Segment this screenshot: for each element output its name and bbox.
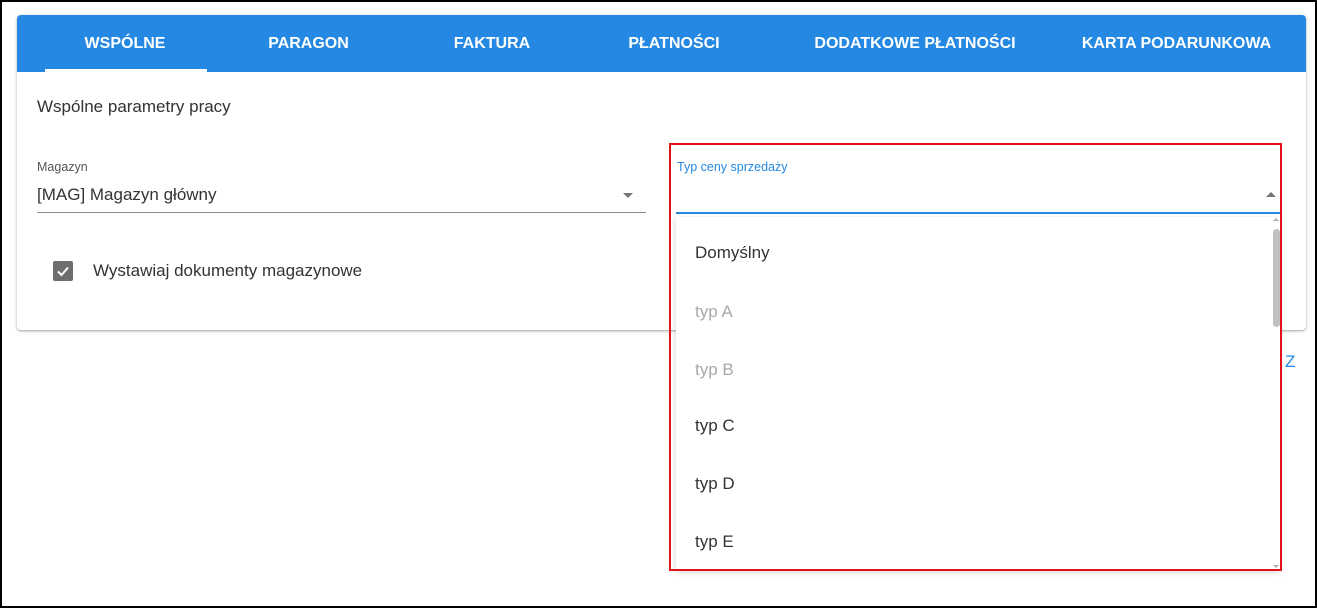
warehouse-documents-checkbox[interactable] bbox=[53, 261, 73, 281]
tab-karta-podarunkowa[interactable]: KARTA PODARUNKOWA bbox=[1049, 15, 1304, 72]
highlight-box bbox=[669, 143, 1282, 571]
partial-link[interactable]: Z bbox=[1285, 352, 1295, 372]
section-title: Wspólne parametry pracy bbox=[37, 97, 231, 116]
tab-bar: WSPÓLNE PARAGON FAKTURA PŁATNOŚCI DODATK… bbox=[17, 15, 1306, 72]
active-tab-indicator bbox=[45, 69, 207, 72]
tab-dodatkowe-platnosci[interactable]: DODATKOWE PŁATNOŚCI bbox=[785, 15, 1045, 72]
chevron-down-icon[interactable] bbox=[623, 193, 633, 198]
magazyn-select[interactable]: [MAG] Magazyn główny bbox=[37, 185, 217, 205]
tab-faktura[interactable]: FAKTURA bbox=[412, 15, 572, 72]
checkmark-icon bbox=[57, 266, 69, 277]
warehouse-documents-label[interactable]: Wystawiaj dokumenty magazynowe bbox=[93, 261, 362, 281]
tab-paragon[interactable]: PARAGON bbox=[227, 15, 390, 72]
magazyn-label: Magazyn bbox=[37, 160, 88, 174]
magazyn-underline bbox=[37, 212, 646, 213]
tab-wspolne[interactable]: WSPÓLNE bbox=[45, 15, 205, 72]
tab-platnosci[interactable]: PŁATNOŚCI bbox=[594, 15, 754, 72]
